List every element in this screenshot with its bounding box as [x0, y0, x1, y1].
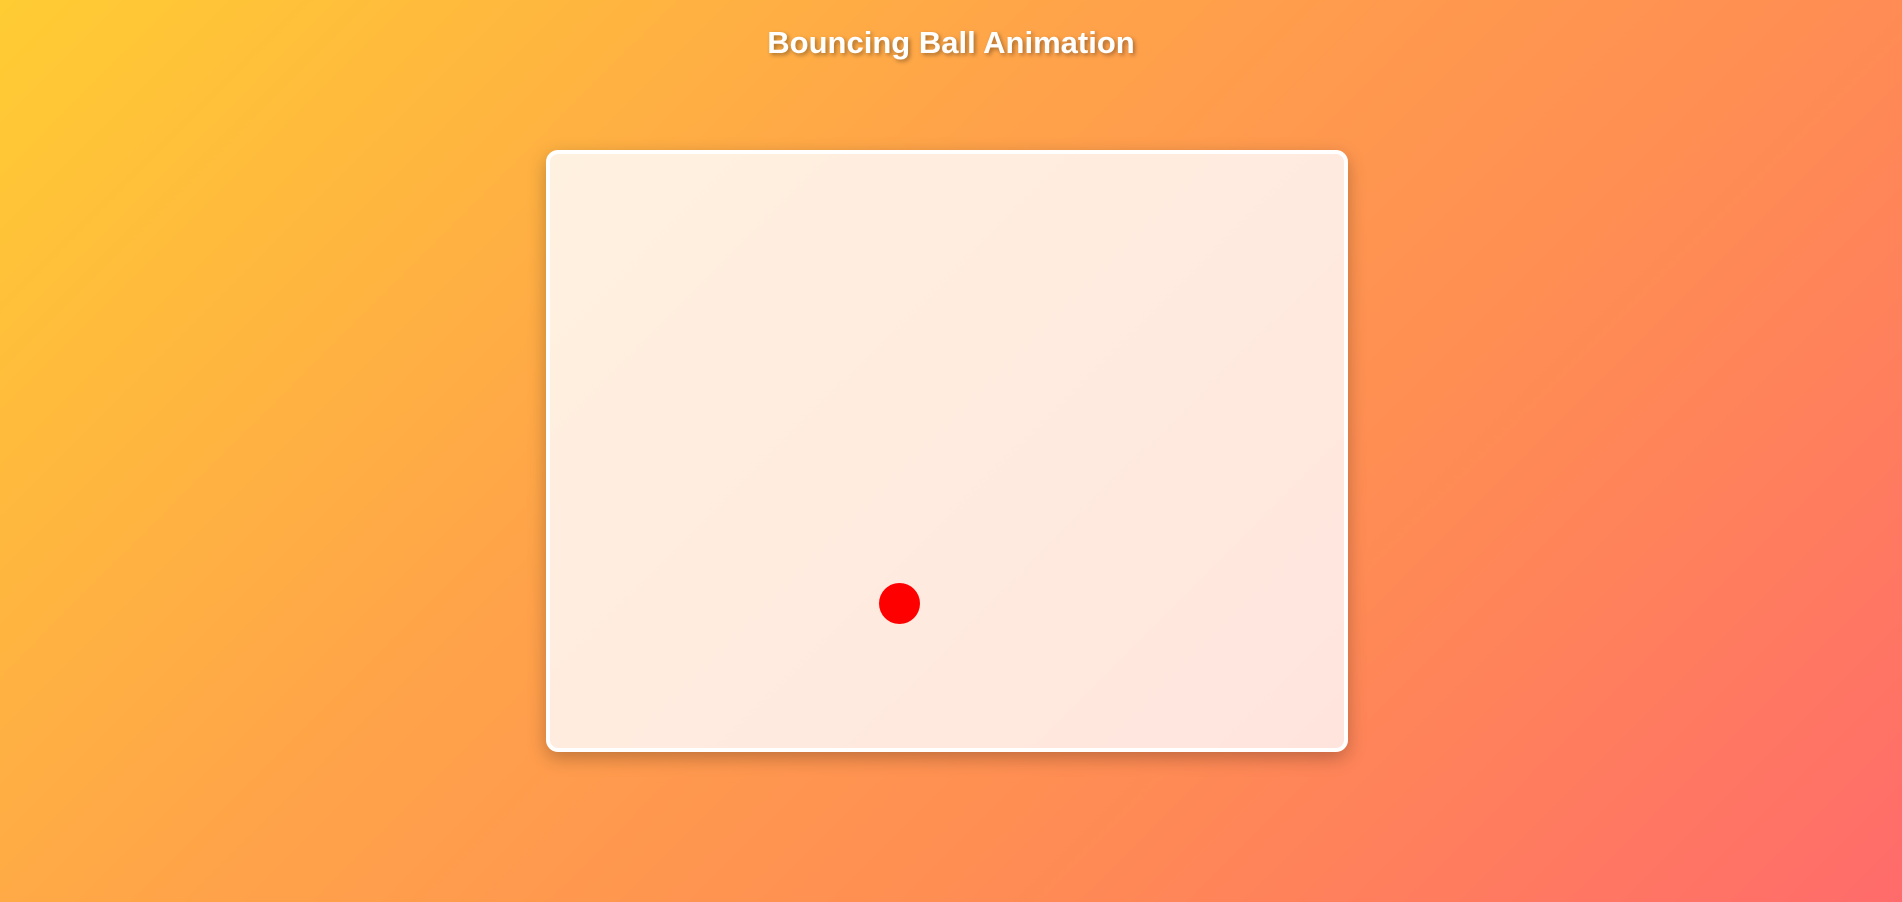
animation-canvas [546, 150, 1348, 752]
page-title: Bouncing Ball Animation [767, 25, 1135, 60]
bouncing-ball [879, 583, 920, 624]
